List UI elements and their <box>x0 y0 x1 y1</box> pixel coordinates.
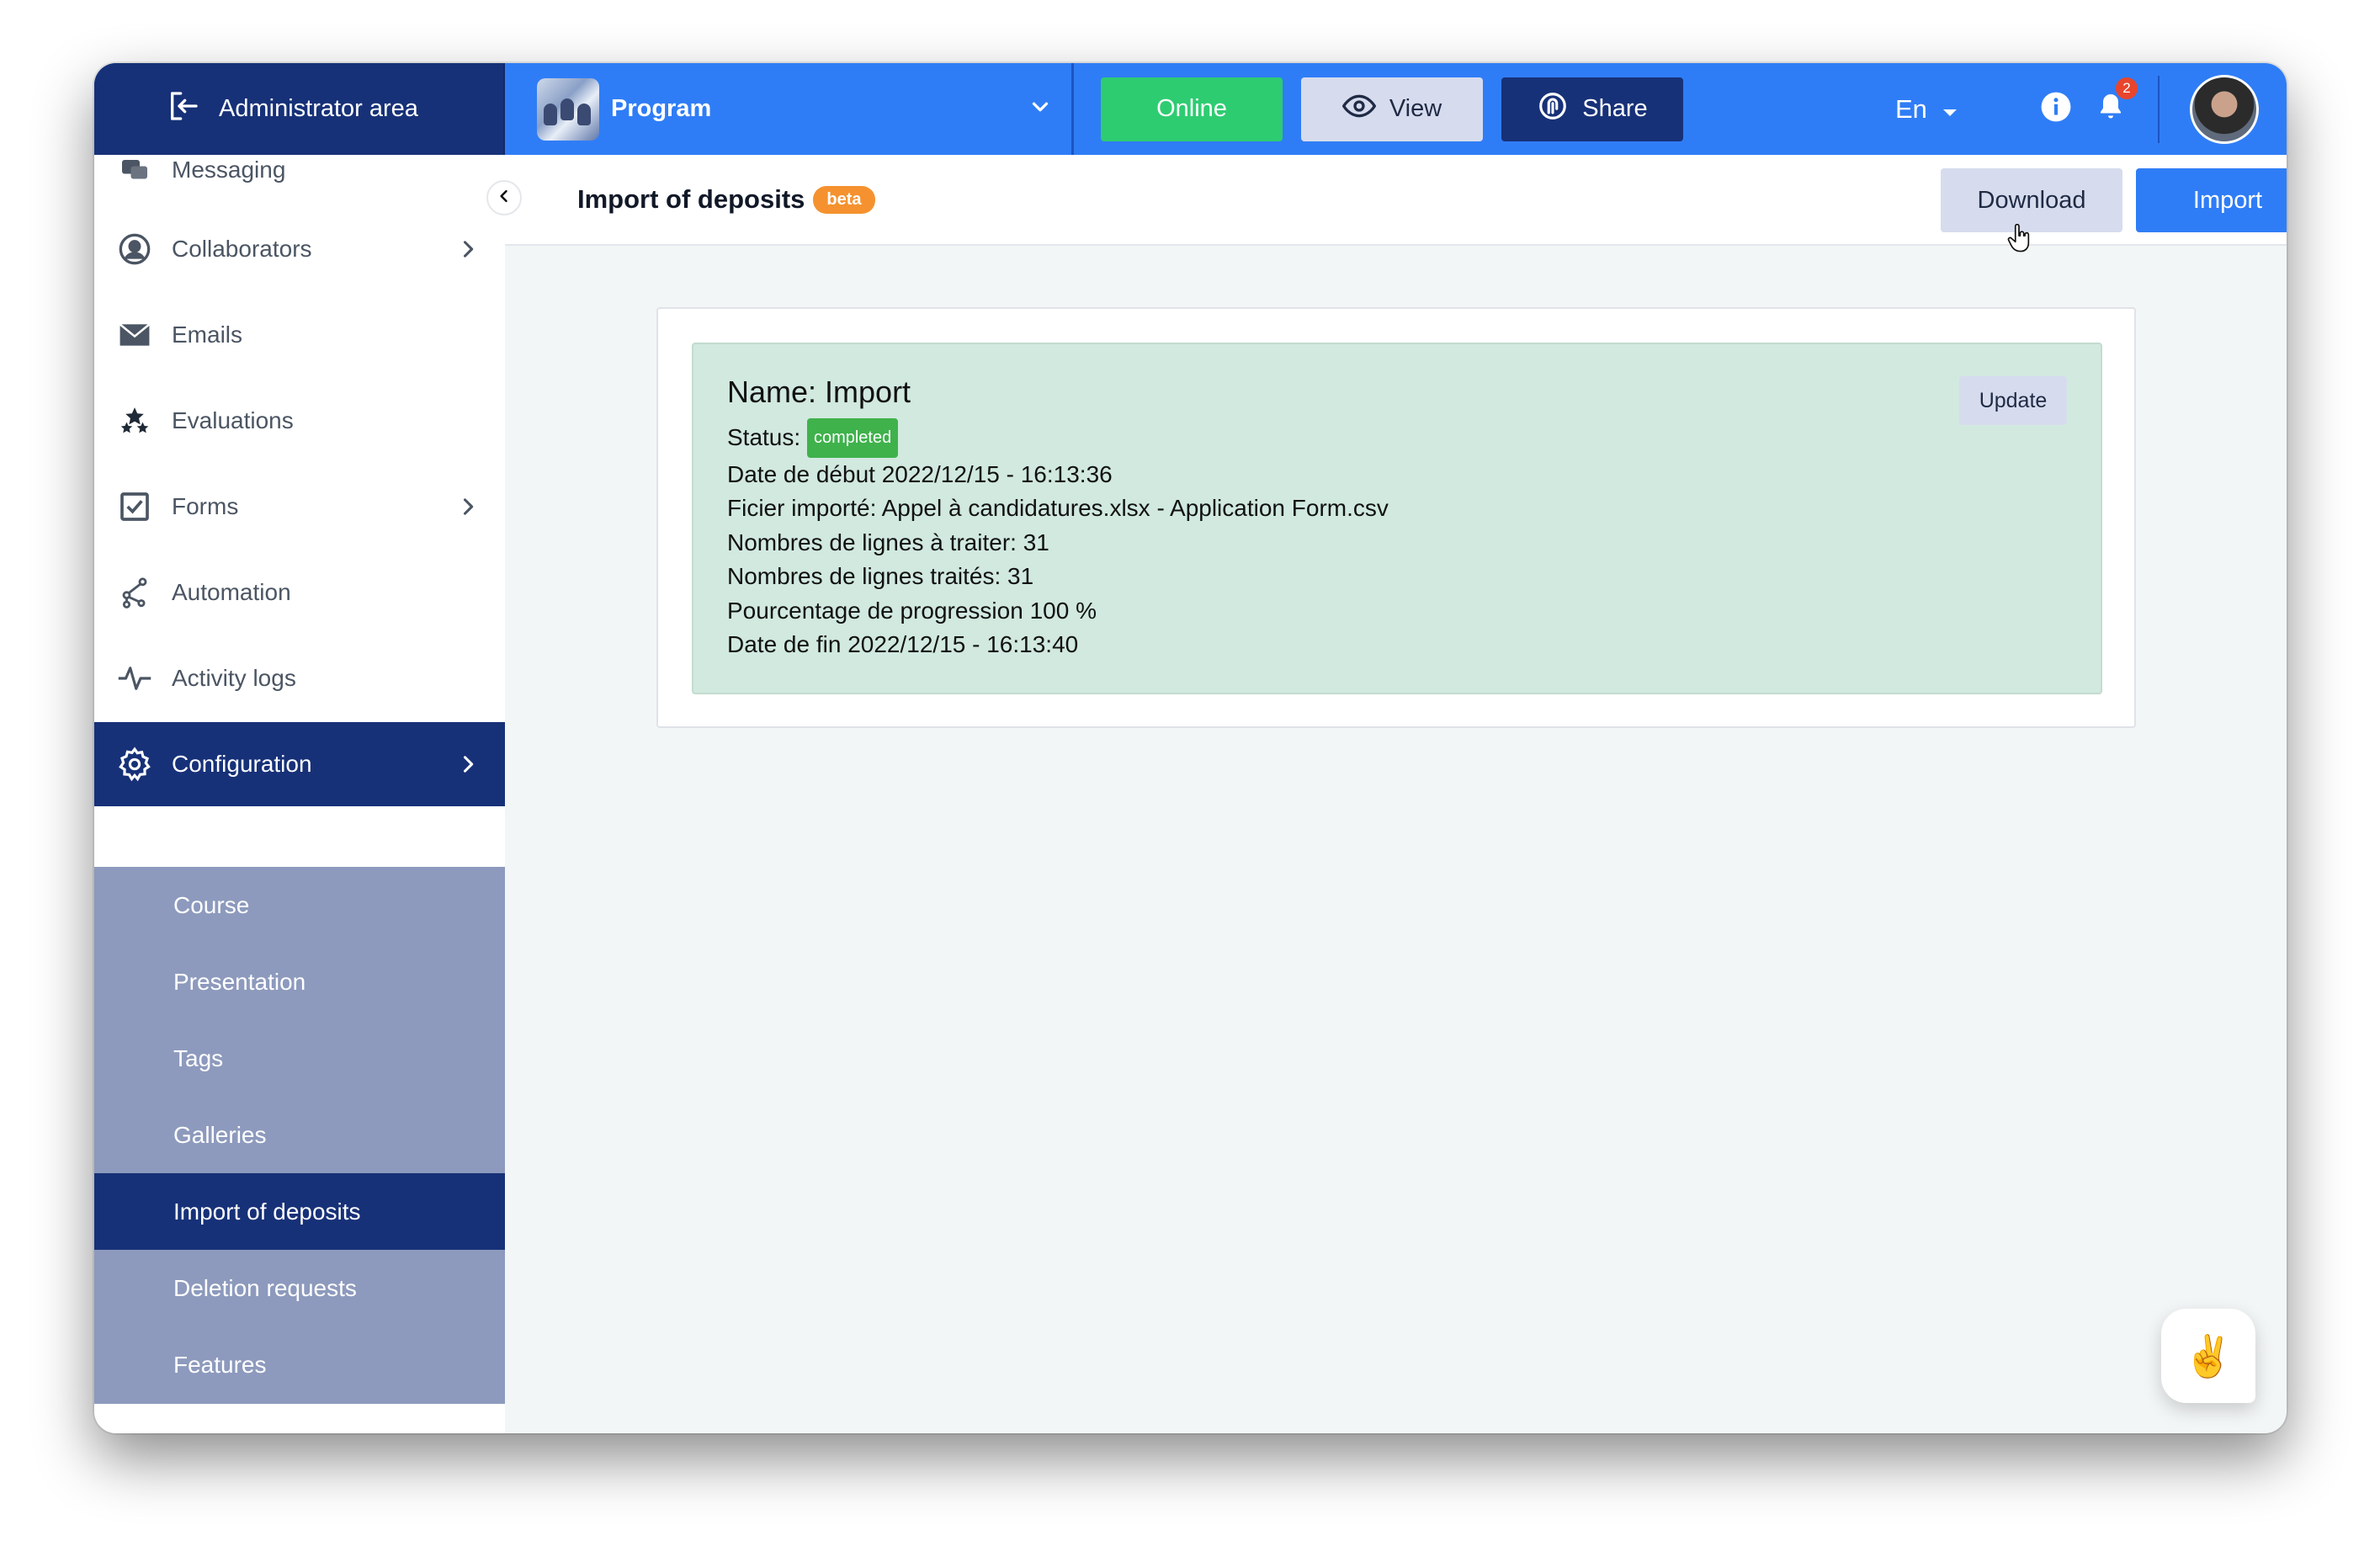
rows-processed: Nombres de lignes traités: 31 <box>727 563 1034 589</box>
import-card: Name: Import Status: completed Date de d… <box>656 307 2136 728</box>
online-button[interactable]: Online <box>1101 77 1283 141</box>
notifications-bell[interactable]: 2 <box>2096 77 2138 127</box>
page-header: Import of deposits beta Download Import <box>505 155 2287 252</box>
sidebar: Messaging Collaborators Emails Evaluatio… <box>94 155 505 1433</box>
submenu-item-course[interactable]: Course <box>94 867 505 943</box>
view-label: View <box>1389 95 1442 122</box>
sidebar-item-label: Evaluations <box>172 407 294 433</box>
submenu-item-galleries[interactable]: Galleries <box>94 1097 505 1173</box>
exit-icon <box>167 89 200 130</box>
hand-cursor-icon <box>2006 223 2032 257</box>
chevron-right-icon <box>456 752 480 782</box>
import-button[interactable]: Import <box>2136 168 2287 232</box>
sidebar-item-label: Emails <box>172 321 243 348</box>
sidebar-item-label: Configuration <box>172 751 312 777</box>
beta-badge: beta <box>813 185 875 214</box>
submenu-item-presentation[interactable]: Presentation <box>94 943 505 1020</box>
eye-icon <box>1341 89 1376 130</box>
import-status: Status: completed <box>727 418 2067 458</box>
submenu-item-tags[interactable]: Tags <box>94 1020 505 1097</box>
language-selector[interactable]: En <box>1895 94 1958 125</box>
end-date: Date de fin 2022/12/15 - 16:13:40 <box>727 631 1079 657</box>
program-thumbnail <box>537 77 599 141</box>
envelope-icon <box>116 316 153 353</box>
bell-icon <box>2096 94 2126 126</box>
program-name: Program <box>611 95 712 122</box>
sidebar-item-forms[interactable]: Forms <box>94 465 505 549</box>
share-icon <box>1537 90 1569 129</box>
administrator-area-label: Administrator area <box>219 95 418 122</box>
status-label: Status: <box>727 424 801 450</box>
program-selector[interactable]: Program <box>505 63 1074 155</box>
configuration-submenu: Course Presentation Tags Galleries Impor… <box>94 867 505 1404</box>
sidebar-item-emails[interactable]: Emails <box>94 293 505 377</box>
imported-file: Ficier importé: Appel à candidatures.xls… <box>727 495 1389 521</box>
submenu-item-deletion-requests[interactable]: Deletion requests <box>94 1250 505 1326</box>
update-button[interactable]: Update <box>1959 376 2067 425</box>
rows-to-process: Nombres de lignes à traiter: 31 <box>727 529 1049 555</box>
top-bar: Administrator area Program Online View S… <box>94 63 2287 155</box>
automation-icon <box>116 574 153 611</box>
messaging-icon <box>116 155 153 189</box>
sidebar-item-automation[interactable]: Automation <box>94 550 505 635</box>
sidebar-item-label: Automation <box>172 579 291 605</box>
info-icon[interactable] <box>2040 91 2072 127</box>
start-date: Date de début 2022/12/15 - 16:13:36 <box>727 460 1113 487</box>
sidebar-item-label: Forms <box>172 493 239 519</box>
activity-icon <box>116 660 153 697</box>
page-title: Import of deposits <box>577 184 805 214</box>
notification-count-badge: 2 <box>2115 77 2138 99</box>
caret-down-icon <box>1942 94 1958 125</box>
chevron-left-icon <box>496 188 513 209</box>
download-button[interactable]: Download <box>1941 168 2122 232</box>
progress-percentage: Pourcentage de progression 100 % <box>727 597 1097 624</box>
sidebar-item-collaborators[interactable]: Collaborators <box>94 207 505 291</box>
submenu-item-import-of-deposits[interactable]: Import of deposits <box>94 1173 505 1250</box>
administrator-area-link[interactable]: Administrator area <box>94 63 505 155</box>
stars-icon <box>116 402 153 439</box>
view-button[interactable]: View <box>1301 77 1483 141</box>
user-circle-icon <box>116 231 153 268</box>
topbar-divider <box>2157 75 2160 143</box>
status-badge: completed <box>806 418 899 458</box>
chevron-right-icon <box>456 237 480 267</box>
app-window: Administrator area Program Online View S… <box>94 63 2287 1433</box>
import-result-panel: Name: Import Status: completed Date de d… <box>692 343 2102 694</box>
language-label: En <box>1895 93 1927 124</box>
submenu-item-features[interactable]: Features <box>94 1326 505 1403</box>
checkbox-icon <box>116 488 153 525</box>
sidebar-item-label: Collaborators <box>172 236 312 262</box>
chat-widget-button[interactable]: ✌️ <box>2161 1309 2255 1403</box>
sidebar-item-activity-logs[interactable]: Activity logs <box>94 636 505 720</box>
gear-icon <box>116 746 153 783</box>
user-avatar[interactable] <box>2189 74 2259 144</box>
chevron-down-icon <box>1028 94 1053 124</box>
share-button[interactable]: Share <box>1501 77 1683 141</box>
sidebar-item-label: Messaging <box>172 157 286 183</box>
sidebar-item-evaluations[interactable]: Evaluations <box>94 379 505 463</box>
collapse-sidebar-button[interactable] <box>486 180 522 215</box>
share-label: Share <box>1582 95 1648 122</box>
import-name: Name: Import <box>727 375 911 409</box>
chevron-right-icon <box>456 495 480 524</box>
sidebar-item-configuration[interactable]: Configuration <box>94 722 505 806</box>
sidebar-item-messaging[interactable]: Messaging <box>94 155 505 212</box>
sidebar-item-label: Activity logs <box>172 665 296 691</box>
